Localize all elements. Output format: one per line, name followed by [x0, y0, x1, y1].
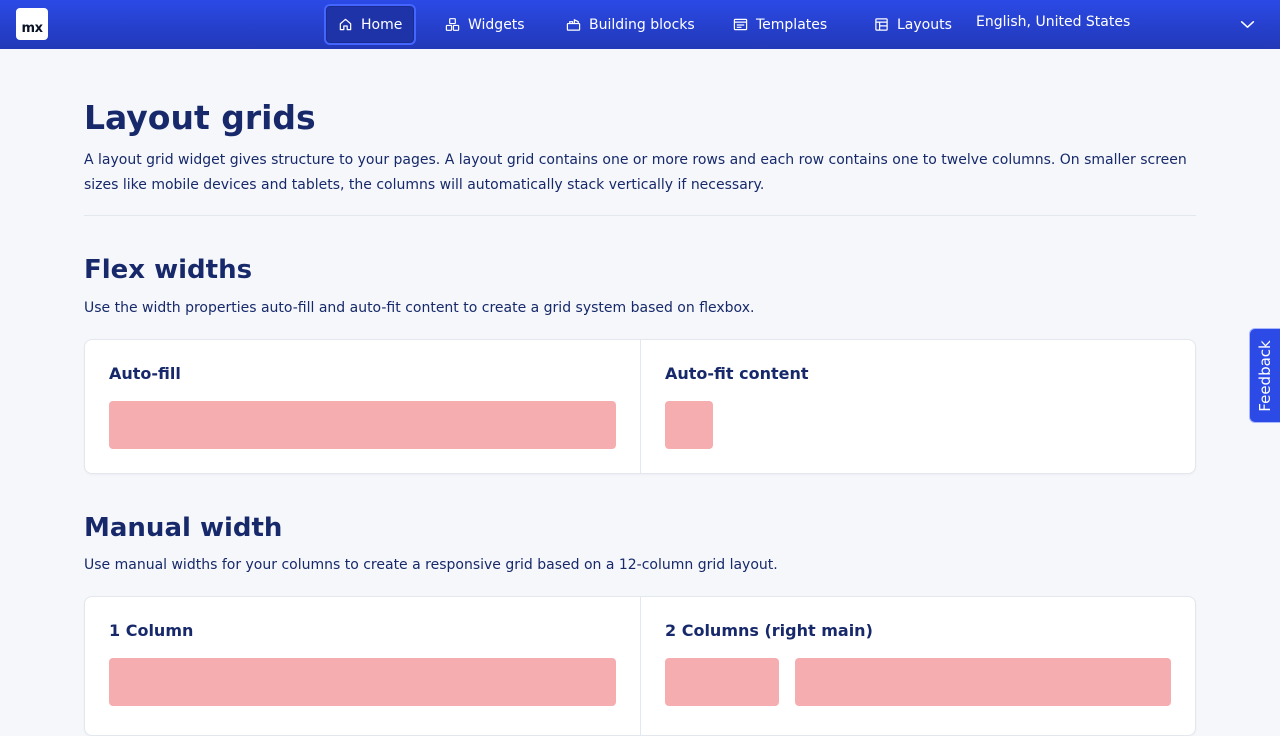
nav-item-label: Building blocks — [589, 16, 695, 33]
layouts-icon — [875, 18, 888, 31]
section-description: Use manual widths for your columns to cr… — [84, 557, 778, 573]
nav-item-label: Templates — [756, 16, 828, 33]
nav-item-home[interactable]: Home — [324, 4, 417, 45]
page-lead: A layout grid widget gives structure to … — [84, 152, 1187, 193]
feedback-button[interactable]: Feedback — [1249, 328, 1280, 423]
nav-item-building-blocks[interactable]: Building blocks — [554, 4, 707, 45]
column-title: Auto-fit content — [665, 364, 809, 383]
column-title: 2 Columns (right main) — [665, 621, 873, 640]
column-title: 1 Column — [109, 621, 194, 640]
widgets-icon — [445, 18, 460, 31]
nav-item-layouts[interactable]: Layouts — [862, 4, 964, 45]
section-title-flex-widths: Flex widths — [84, 255, 253, 285]
grid-column-auto-fit: Auto-fit content — [641, 340, 1197, 473]
placeholder-block — [795, 658, 1171, 706]
chevron-down-icon[interactable] — [1239, 16, 1256, 33]
placeholder-block — [665, 401, 713, 449]
placeholder-block — [665, 658, 779, 706]
home-icon — [339, 18, 352, 31]
nav-item-label: Layouts — [897, 16, 952, 33]
nav-item-label: Widgets — [468, 16, 525, 33]
feedback-label: Feedback — [1256, 339, 1274, 412]
grid-column-1-column: 1 Column — [85, 597, 641, 735]
grid-column-auto-fill: Auto-fill — [85, 340, 641, 473]
flex-widths-card: Auto-fill Auto-fit content — [84, 339, 1196, 474]
column-title: Auto-fill — [109, 364, 181, 383]
nav-item-templates[interactable]: Templates — [721, 4, 839, 45]
manual-width-card: 1 Column 2 Columns (right main) — [84, 596, 1196, 736]
language-selector[interactable]: English, United States — [976, 14, 1130, 34]
section-title-manual-width: Manual width — [84, 513, 283, 543]
top-navigation-bar: mx Home Widgets Building blocks Template… — [0, 0, 1280, 49]
templates-icon — [733, 18, 748, 31]
mx-logo[interactable]: mx — [16, 8, 48, 40]
grid-column-2-columns: 2 Columns (right main) — [641, 597, 1197, 735]
nav-item-widgets[interactable]: Widgets — [433, 4, 537, 45]
nav-item-label: Home — [361, 16, 403, 33]
page-title: Layout grids — [84, 98, 316, 137]
section-description: Use the width properties auto-fill and a… — [84, 300, 755, 316]
placeholder-block — [109, 658, 616, 706]
divider — [84, 215, 1196, 216]
placeholder-block — [109, 401, 616, 449]
building-blocks-icon — [566, 18, 581, 31]
